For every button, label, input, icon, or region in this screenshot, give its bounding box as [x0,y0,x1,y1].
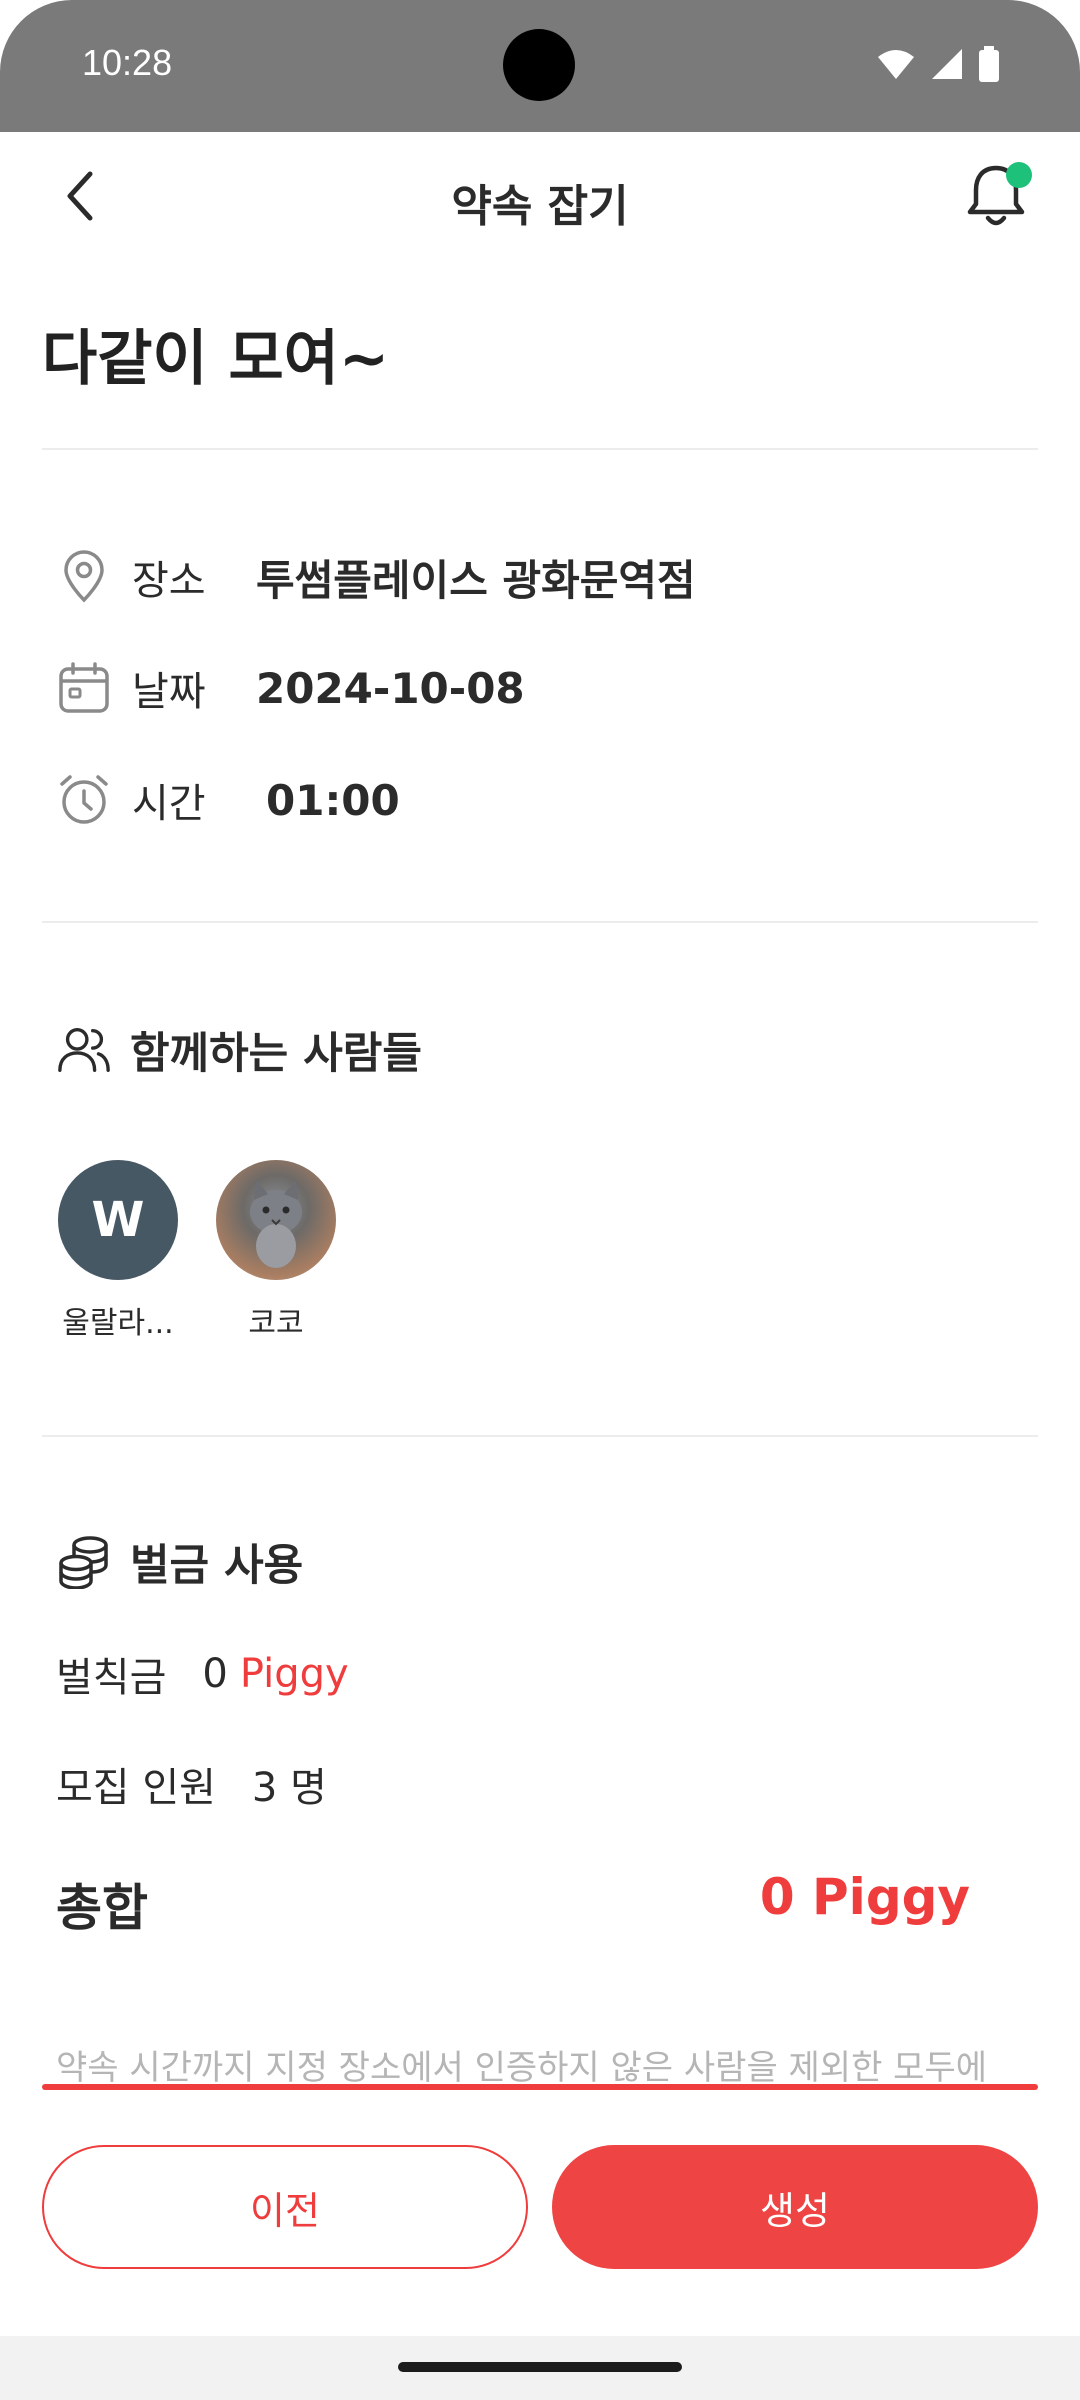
place-value: 투썸플레이스 광화문역점 [256,555,696,605]
place-label: 장소 [132,558,206,604]
coins-icon [56,1534,112,1590]
notification-button[interactable] [958,158,1034,234]
date-row: 날짜 2024-10-08 [56,658,525,718]
member-name: 코코 [248,1306,304,1341]
wifi-icon [878,50,914,79]
date-value: 2024-10-08 [256,663,525,713]
cat-photo-icon [250,1180,302,1268]
place-row: 장소 투썸플레이스 광화문역점 [56,547,696,607]
total-label: 총합 [56,1879,148,1937]
calendar-icon [56,660,112,716]
page-title: 다같이 모여~ [42,324,390,394]
prev-button[interactable]: 이전 [42,2145,528,2269]
scroll-indicator-line [42,2084,1038,2090]
create-button[interactable]: 생성 [552,2145,1038,2269]
location-pin-icon [56,549,112,605]
recruit-label: 모집 인원 [56,1765,216,1811]
avatar [216,1160,336,1280]
penalty-amount: 0 [202,1651,228,1697]
fine-section-title: 벌금 사용 [56,1530,303,1594]
home-indicator[interactable] [398,2362,682,2372]
penalty-label: 벌칙금 [56,1655,167,1701]
members-section-title: 함께하는 사람들 [56,1018,422,1082]
camera-cutout [503,29,575,101]
time-value: 01:00 [266,775,400,825]
fine-title: 벌금 사용 [130,1541,304,1591]
alarm-clock-icon [56,772,112,828]
battery-icon [979,46,999,82]
status-time: 10:28 [82,42,173,83]
members-title: 함께하는 사람들 [130,1029,422,1079]
divider [42,1435,1038,1437]
member-name: 울랄라... [62,1306,174,1341]
recruit-value: 3 명 [251,1765,327,1811]
divider [42,921,1038,923]
people-icon [56,1022,112,1078]
penalty-unit: Piggy [239,1651,349,1697]
time-label: 시간 [132,781,206,827]
recruit-row: 모집 인원 3 명 [56,1755,327,1813]
status-icons [876,46,1000,82]
avatar: W [58,1160,178,1280]
app-title: 약속 잡기 [451,181,629,232]
time-row: 시간 01:00 [56,770,400,830]
member-item[interactable]: W 울랄라... [56,1160,180,1342]
date-label: 날짜 [132,669,206,715]
member-item[interactable]: 코코 [214,1160,338,1342]
divider [42,448,1038,450]
notice-text: 약속 시간까지 지정 장소에서 인증하지 않은 사람을 제외한 모두에 [56,2048,988,2086]
notification-dot [1006,162,1032,188]
status-bar: 10:28 [0,0,1080,132]
penalty-row: 벌칙금 0 Piggy [56,1645,349,1703]
app-bar: 약속 잡기 [0,132,1080,260]
signal-icon [932,49,962,79]
total-value: 0 Piggy [759,1868,970,1926]
